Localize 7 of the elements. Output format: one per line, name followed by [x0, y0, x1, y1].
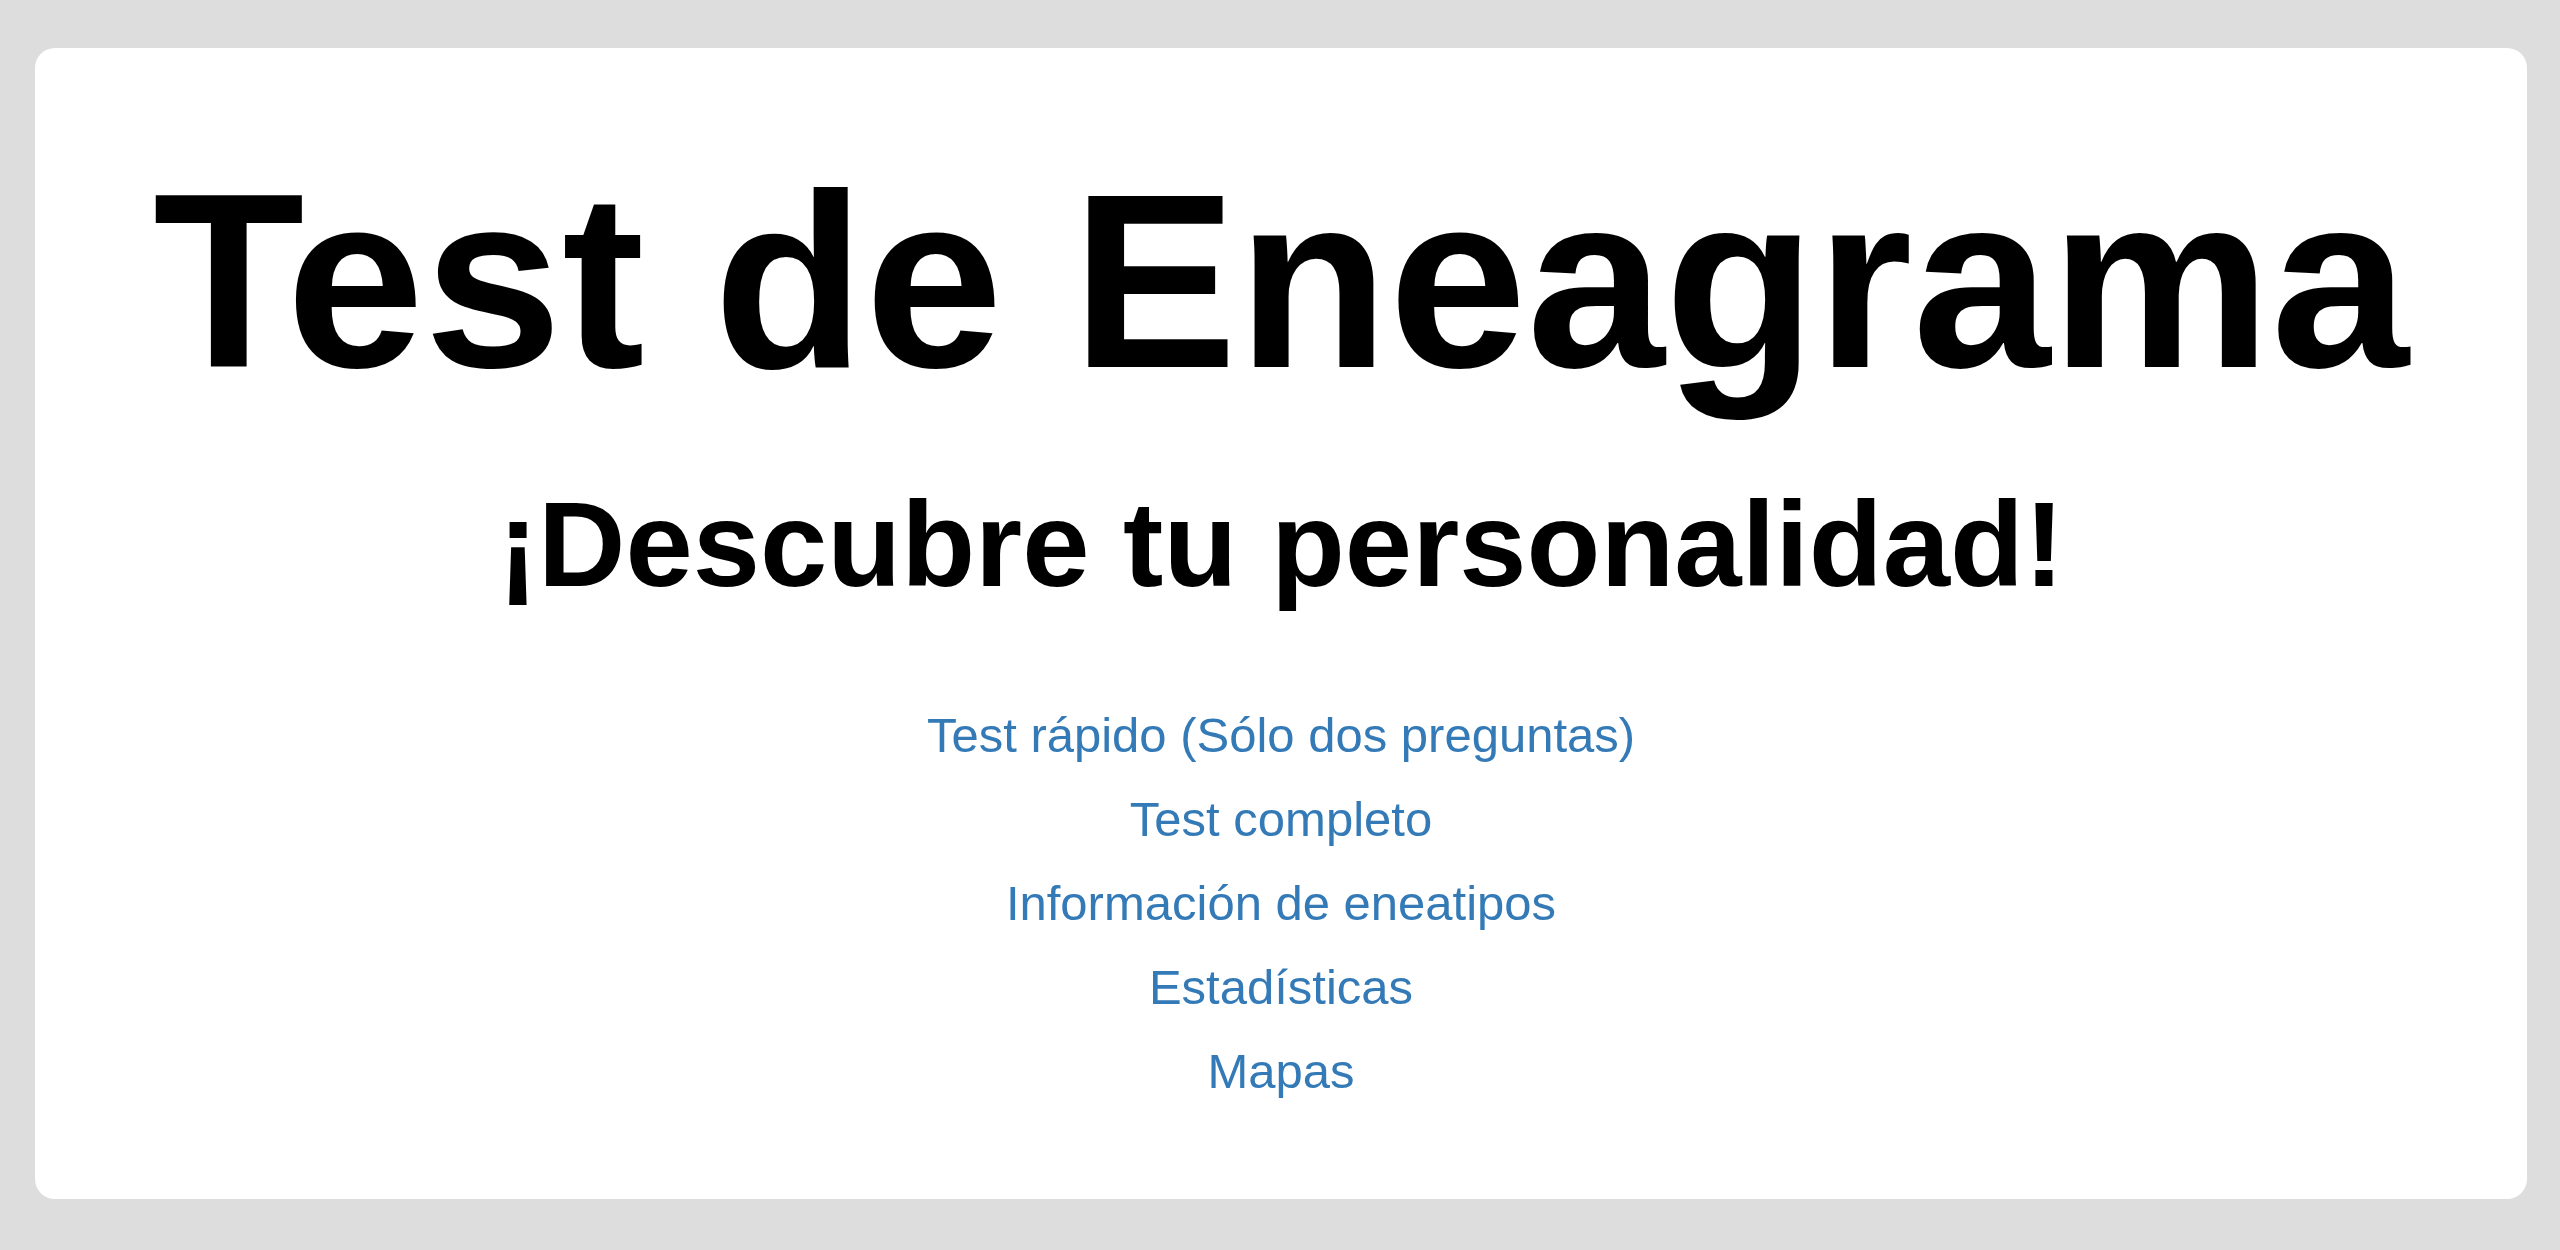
nav-link[interactable]: Información de eneatipos	[1005, 876, 1557, 930]
page-subtitle: ¡Descubre tu personalidad!	[497, 475, 2065, 614]
nav-link[interactable]: Test rápido (Sólo dos preguntas)	[926, 708, 1636, 762]
nav-link[interactable]: Estadísticas	[1148, 960, 1414, 1014]
page-title: Test de Eneagrama	[153, 141, 2409, 422]
nav-link[interactable]: Test completo	[1129, 792, 1433, 846]
nav-link[interactable]: Mapas	[1207, 1044, 1355, 1098]
